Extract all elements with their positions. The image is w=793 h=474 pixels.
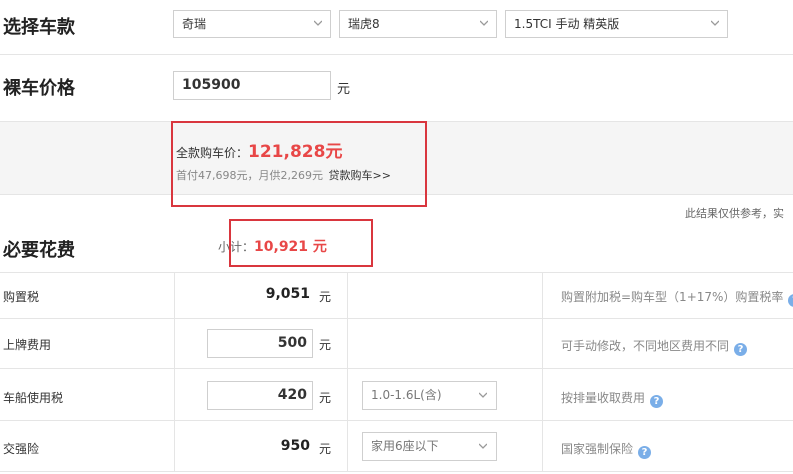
displacement-select[interactable]: 1.0-1.6L(含) — [362, 381, 497, 410]
chevron-down-icon — [480, 20, 488, 26]
license-fee-input[interactable]: 500 — [207, 329, 313, 358]
divider — [0, 54, 793, 55]
model-select[interactable]: 1.5TCI 手动 精英版 — [505, 10, 728, 38]
table-row-divider — [0, 318, 793, 319]
brand-select-value: 奇瑞 — [182, 17, 207, 31]
series-select-value: 瑞虎8 — [348, 17, 380, 31]
vehicle-tax-note: 按排量收取费用? — [561, 389, 664, 408]
table-col-divider — [347, 272, 348, 472]
table-top-border — [0, 272, 793, 273]
table-bottom-border — [0, 471, 793, 472]
license-fee-label: 上牌费用 — [3, 338, 52, 352]
brand-select[interactable]: 奇瑞 — [173, 10, 331, 38]
seat-count-select-value: 家用6座以下 — [371, 439, 439, 453]
license-fee-note: 可手动修改，不同地区费用不同? — [561, 337, 748, 356]
bare-price-title: 裸车价格 — [3, 78, 75, 99]
total-price-highlight-box — [171, 121, 427, 207]
chevron-down-icon — [479, 392, 487, 398]
purchase-tax-unit: 元 — [319, 290, 332, 304]
vehicle-tax-label: 车船使用税 — [3, 391, 64, 405]
select-car-title: 选择车款 — [3, 17, 75, 38]
purchase-tax-note: 购置附加税=购车型（1+17%）购置税率? — [561, 288, 793, 307]
compulsory-insurance-value: 950 — [280, 438, 310, 454]
vehicle-tax-input[interactable]: 420 — [207, 381, 313, 410]
model-select-value: 1.5TCI 手动 精英版 — [514, 17, 620, 31]
table-col-divider — [542, 272, 543, 472]
license-fee-note-text: 可手动修改，不同地区费用不同 — [561, 339, 730, 353]
displacement-select-value: 1.0-1.6L(含) — [371, 388, 442, 402]
series-select[interactable]: 瑞虎8 — [339, 10, 497, 38]
necessary-costs-title: 必要花费 — [3, 240, 75, 261]
disclaimer-text: 此结果仅供参考，实 — [685, 207, 784, 220]
compulsory-insurance-note: 国家强制保险? — [561, 440, 652, 459]
help-icon[interactable]: ? — [788, 294, 793, 307]
purchase-tax-value: 9,051 — [265, 286, 310, 302]
subtotal-highlight-box — [229, 219, 373, 267]
help-icon[interactable]: ? — [650, 395, 664, 408]
purchase-tax-label: 购置税 — [3, 290, 40, 304]
table-row-divider — [0, 368, 793, 369]
chevron-down-icon — [314, 20, 322, 26]
help-icon[interactable]: ? — [734, 343, 748, 356]
bare-price-unit: 元 — [337, 82, 351, 97]
compulsory-insurance-note-text: 国家强制保险 — [561, 442, 634, 456]
purchase-tax-note-text: 购置附加税=购车型（1+17%）购置税率 — [561, 290, 784, 304]
chevron-down-icon — [479, 443, 487, 449]
help-icon[interactable]: ? — [638, 446, 652, 459]
vehicle-tax-value: 420 — [277, 387, 307, 403]
bare-price-value: 105900 — [182, 77, 241, 93]
vehicle-tax-note-text: 按排量收取费用 — [561, 391, 646, 405]
bare-price-input[interactable]: 105900 — [173, 71, 331, 100]
compulsory-insurance-label: 交强险 — [3, 442, 40, 456]
table-col-divider — [174, 272, 175, 472]
vehicle-tax-unit: 元 — [319, 391, 332, 405]
license-fee-unit: 元 — [319, 338, 332, 352]
chevron-down-icon — [711, 20, 719, 26]
seat-count-select[interactable]: 家用6座以下 — [362, 432, 497, 461]
compulsory-insurance-unit: 元 — [319, 442, 332, 456]
license-fee-value: 500 — [277, 335, 307, 351]
table-row-divider — [0, 420, 793, 421]
